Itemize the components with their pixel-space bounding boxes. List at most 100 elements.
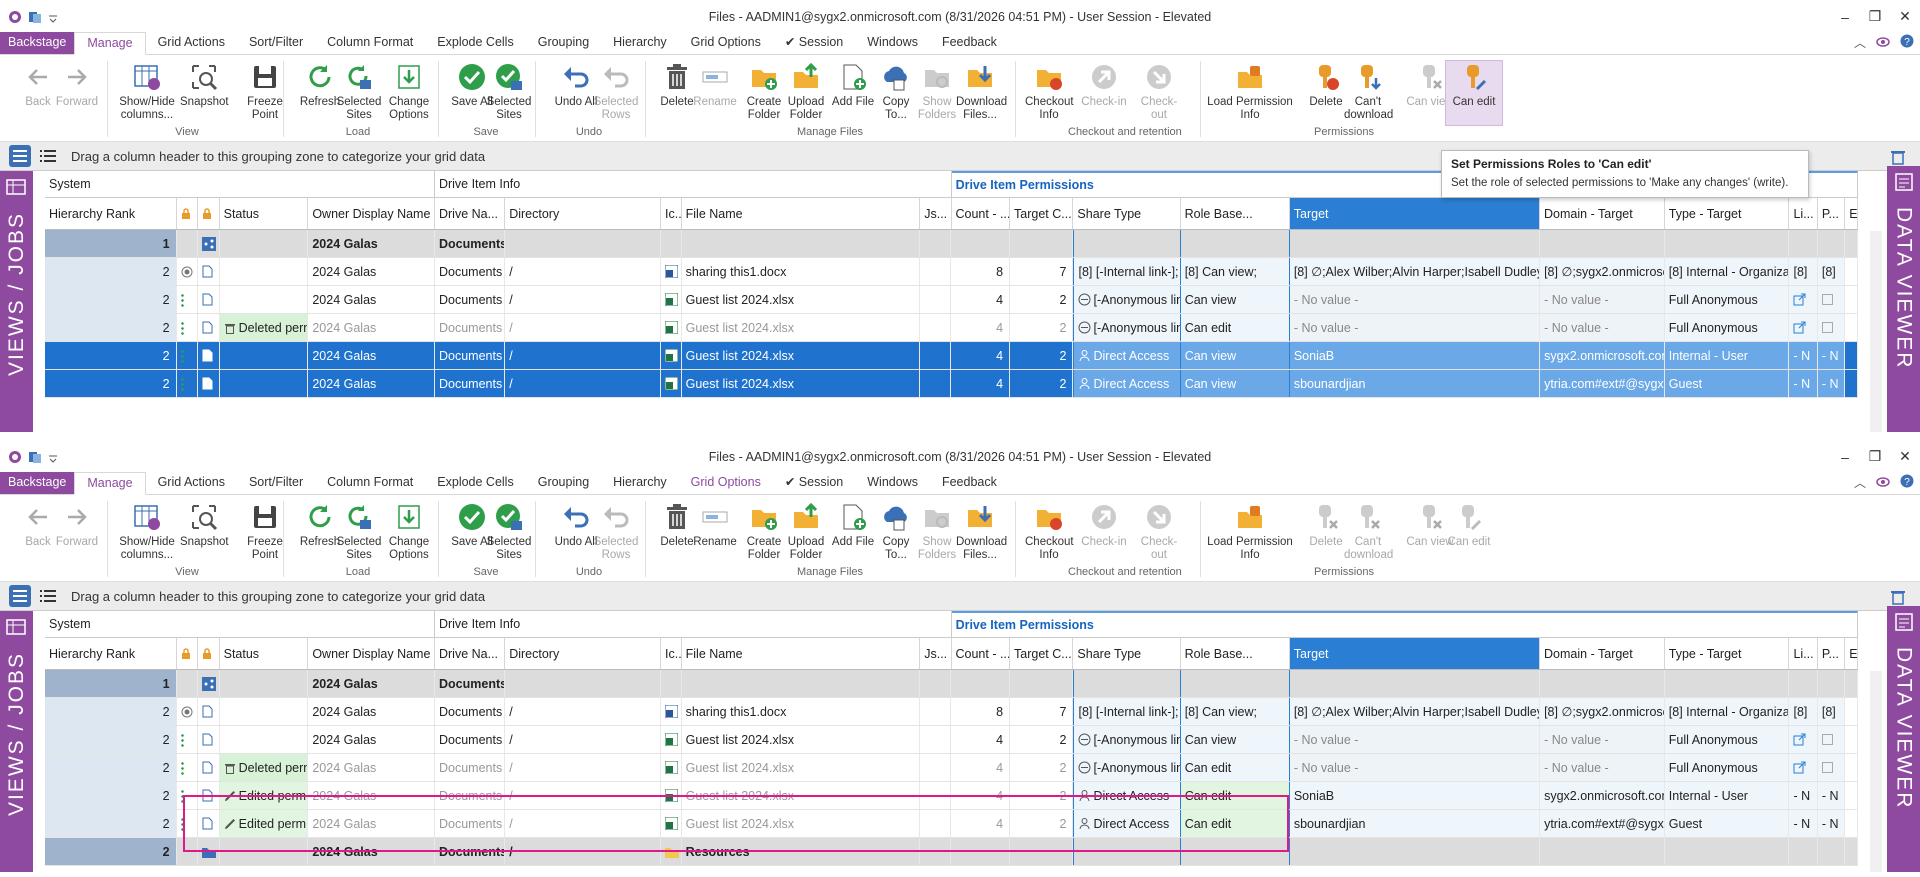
row-type-cell[interactable]	[198, 754, 220, 781]
owner-cell[interactable]: 2024 Galas	[308, 726, 435, 753]
col-header-target-c[interactable]: Target C...	[1010, 638, 1074, 669]
hierarchy-rank-cell[interactable]: 2	[45, 698, 177, 725]
col-header-domain-target[interactable]: Domain - Target	[1540, 198, 1665, 229]
cant-download-button[interactable]: Can't download	[1344, 61, 1393, 122]
create-folder-button[interactable]: Create Folder	[740, 61, 788, 122]
js-cell[interactable]	[920, 670, 952, 697]
owner-cell[interactable]: 2024 Galas	[308, 230, 435, 257]
vertical-scrollbar[interactable]	[1870, 231, 1882, 432]
target-count-cell[interactable]: 2	[1010, 726, 1074, 753]
row-state-cell[interactable]	[177, 782, 199, 809]
expiry-cell[interactable]	[1845, 782, 1859, 809]
close-button[interactable]: ✕	[1890, 440, 1920, 473]
col-header-role-base[interactable]: Role Base...	[1181, 198, 1290, 229]
data-viewer-panel[interactable]: DATA VIEWER	[1887, 166, 1920, 432]
file-name-cell[interactable]: Guest list 2024.xlsx	[682, 782, 921, 809]
row-type-cell[interactable]	[198, 314, 220, 341]
check-in-button[interactable]: Check-in	[1080, 501, 1128, 549]
tab-backstage[interactable]: Backstage	[0, 472, 75, 494]
password-cell[interactable]: - N	[1817, 342, 1846, 369]
band-drive-item-permissions[interactable]: Drive Item Permissions	[951, 611, 1858, 637]
lock-icon[interactable]	[198, 638, 220, 669]
trash-icon[interactable]	[1890, 148, 1906, 168]
eye-icon[interactable]	[1876, 36, 1890, 50]
tab-feedback[interactable]: Feedback	[930, 32, 1009, 54]
domain-target-cell[interactable]: sygx2.onmicrosoft.com	[1540, 782, 1665, 809]
checkbox[interactable]	[1821, 762, 1833, 773]
row-state-cell[interactable]	[176, 838, 199, 865]
show-hide-columns-button[interactable]: Show/Hide columns...	[114, 61, 180, 122]
load-permission-info-button[interactable]: Load Permission Info	[1205, 501, 1295, 562]
undo-selected-rows-button[interactable]: Selected Rows	[592, 61, 640, 122]
col-header-status[interactable]: Status	[220, 638, 309, 669]
col-header-p[interactable]: P...	[1818, 198, 1846, 229]
group-row[interactable]: 1 2024 Galas Documents	[45, 670, 1859, 698]
domain-target-cell[interactable]: - No value -	[1540, 754, 1665, 781]
password-cell[interactable]	[1817, 314, 1846, 341]
row-state-cell[interactable]	[177, 726, 199, 753]
group-row[interactable]: 1 2024 Galas Documents	[45, 230, 1859, 258]
share-type-cell[interactable]: [8] [-Internal link-];	[1073, 258, 1181, 285]
target-cell[interactable]: sbounardjian	[1289, 810, 1541, 837]
load-permission-info-button[interactable]: Load Permission Info	[1205, 61, 1295, 122]
file-icon-cell[interactable]	[661, 370, 682, 397]
permission-delete-button[interactable]: Delete	[1302, 501, 1350, 549]
js-cell[interactable]	[920, 258, 952, 285]
quick-save-icon[interactable]	[28, 450, 42, 464]
target-count-cell[interactable]: 2	[1010, 286, 1074, 313]
grouping-zone[interactable]: Drag a column header to this grouping zo…	[0, 582, 1920, 611]
directory-cell[interactable]: /	[505, 258, 662, 285]
js-cell[interactable]	[920, 698, 952, 725]
link-cell[interactable]	[1789, 838, 1818, 865]
col-header-domain-target[interactable]: Domain - Target	[1540, 638, 1665, 669]
tab-hierarchy[interactable]: Hierarchy	[601, 472, 679, 494]
password-cell[interactable]	[1817, 754, 1846, 781]
data-viewer-panel[interactable]: DATA VIEWER	[1887, 606, 1920, 872]
freeze-point-button[interactable]: Freeze Point	[241, 61, 289, 122]
col-header-js[interactable]: Js...	[920, 198, 952, 229]
col-header-hierarchy-rank[interactable]: Hierarchy Rank	[45, 198, 177, 229]
tab-manage[interactable]: Manage	[74, 32, 146, 55]
table-row[interactable]: 2 Edited perm 2024 Galas Documents / Guest li…	[45, 810, 1859, 838]
file-name-cell[interactable]: Guest list 2024.xlsx	[681, 342, 921, 369]
count-cell[interactable]: 4	[951, 370, 1011, 397]
status-cell[interactable]: Deleted perm	[219, 754, 309, 781]
hierarchy-rank-cell[interactable]: 2	[45, 314, 177, 341]
status-cell[interactable]	[219, 342, 309, 369]
col-header-directory[interactable]: Directory	[505, 198, 662, 229]
status-cell[interactable]	[219, 838, 309, 865]
download-files-button[interactable]: Download Files...	[956, 501, 1007, 562]
views-jobs-panel[interactable]: VIEWS / JOBS	[0, 611, 33, 872]
tab-grid-actions[interactable]: Grid Actions	[146, 32, 237, 54]
file-name-cell[interactable]	[681, 670, 921, 697]
trash-icon[interactable]	[1890, 588, 1906, 608]
role-cell[interactable]	[1180, 838, 1290, 865]
row-state-cell[interactable]	[177, 314, 199, 341]
data-grid[interactable]: System Drive Item Info Drive Item Permissi…	[45, 611, 1859, 866]
owner-cell[interactable]: 2024 Galas	[308, 754, 435, 781]
js-cell[interactable]	[920, 342, 952, 369]
file-name-cell[interactable]: sharing this1.docx	[682, 258, 921, 285]
band-system[interactable]: System	[45, 171, 435, 197]
col-header-status[interactable]: Status	[220, 198, 309, 229]
row-type-cell[interactable]	[198, 726, 220, 753]
hierarchy-rank-cell[interactable]: 2	[45, 838, 177, 865]
checkout-info-button[interactable]: Checkout Info	[1025, 501, 1074, 562]
domain-target-cell[interactable]: [8] ∅;sygx2.onmicrosoft.com	[1540, 258, 1665, 285]
js-cell[interactable]	[920, 230, 952, 257]
lock-icon[interactable]	[177, 198, 199, 229]
count-cell[interactable]: 4	[951, 754, 1011, 781]
col-header-drive-na[interactable]: Drive Na...	[435, 638, 506, 669]
password-cell[interactable]	[1817, 726, 1846, 753]
domain-target-cell[interactable]: ytria.com#ext#@sygx2	[1540, 810, 1665, 837]
checkbox[interactable]	[1821, 294, 1833, 305]
tab-grouping[interactable]: Grouping	[526, 32, 601, 54]
hierarchy-rank-cell[interactable]: 2	[45, 258, 177, 285]
file-name-cell[interactable]: Guest list 2024.xlsx	[682, 754, 921, 781]
directory-cell[interactable]: /	[505, 370, 662, 397]
link-cell[interactable]	[1789, 670, 1818, 697]
target-cell[interactable]: - No value -	[1289, 726, 1541, 753]
owner-cell[interactable]: 2024 Galas	[308, 342, 435, 369]
col-header-target[interactable]: Target	[1289, 198, 1541, 229]
count-cell[interactable]: 4	[951, 314, 1011, 341]
